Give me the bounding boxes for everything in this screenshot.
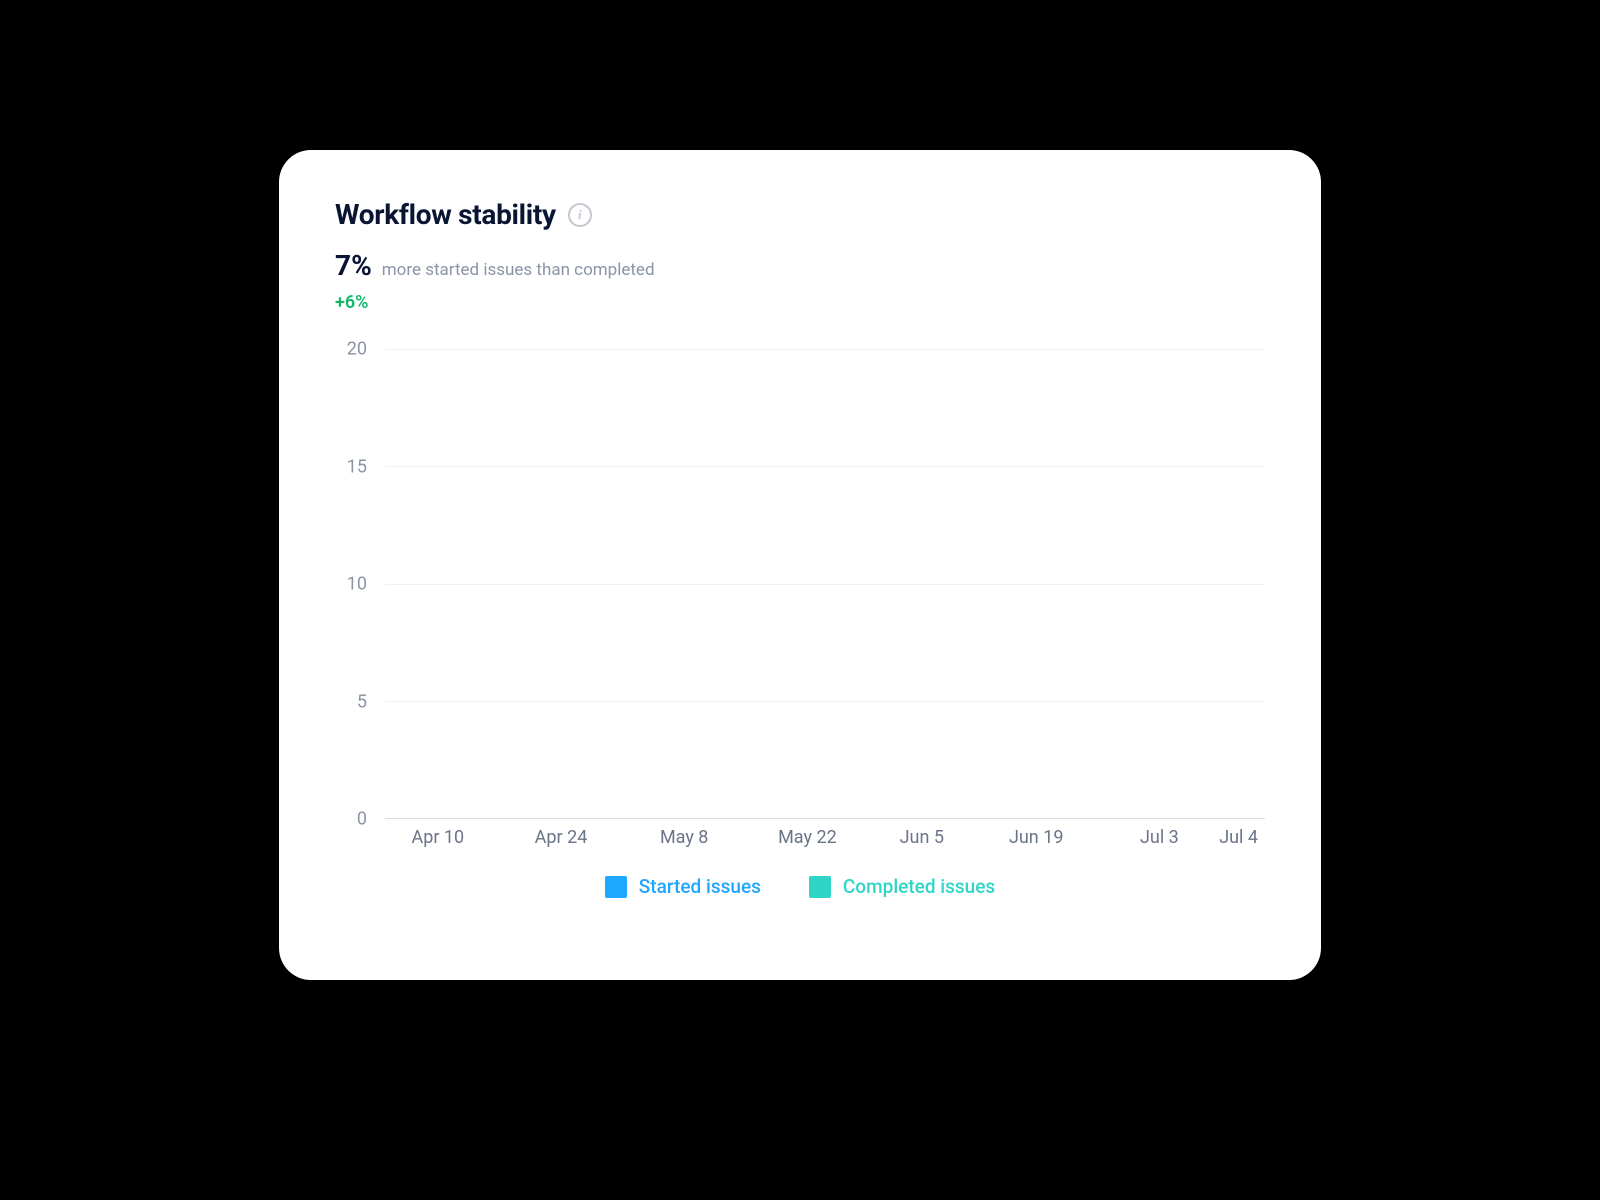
legend-label-completed: Completed issues [843,875,995,898]
chart-plot [385,349,1265,819]
summary-line: 7% more started issues than completed [335,249,1265,282]
grid-line [385,349,1265,350]
y-tick: 20 [347,339,367,360]
grid-line [385,466,1265,467]
y-tick: 5 [357,691,367,712]
grid-line [385,584,1265,585]
x-tick: Jul 4 [1219,827,1258,848]
delta-badge: +6% [335,292,1265,313]
y-tick: 0 [357,809,367,830]
legend-swatch-started [605,876,627,898]
legend-label-started: Started issues [639,875,761,898]
y-tick: 15 [347,456,367,477]
x-tick: Jun 5 [900,827,944,848]
x-tick: Apr 10 [411,827,464,848]
x-tick: Jul 3 [1140,827,1179,848]
x-tick: May 8 [660,827,708,848]
x-tick: Jun 19 [1009,827,1064,848]
info-icon[interactable]: i [568,203,592,227]
summary-text: more started issues than completed [382,260,655,280]
x-axis: Apr 10 Apr 24 May 8 May 22 Jun 5 Jun 19 Jul 3 J… [385,819,1265,859]
y-axis: 05101520 [335,349,375,819]
chart-card: Workflow stability i 7% more started iss… [279,150,1321,980]
legend-swatch-completed [809,876,831,898]
x-tick: Apr 24 [535,827,588,848]
legend-item-completed[interactable]: Completed issues [809,875,995,898]
chart-area: 05101520 Apr 10Apr 24May 8May 22Jun 5Jun… [335,349,1265,859]
summary-percent: 7% [335,249,372,282]
legend: Started issues Completed issues [335,875,1265,898]
legend-item-started[interactable]: Started issues [605,875,761,898]
card-header: Workflow stability i [335,198,1265,231]
y-tick: 10 [347,574,367,595]
grid-line [385,701,1265,702]
x-tick: May 22 [778,827,837,848]
card-title: Workflow stability [335,198,556,231]
